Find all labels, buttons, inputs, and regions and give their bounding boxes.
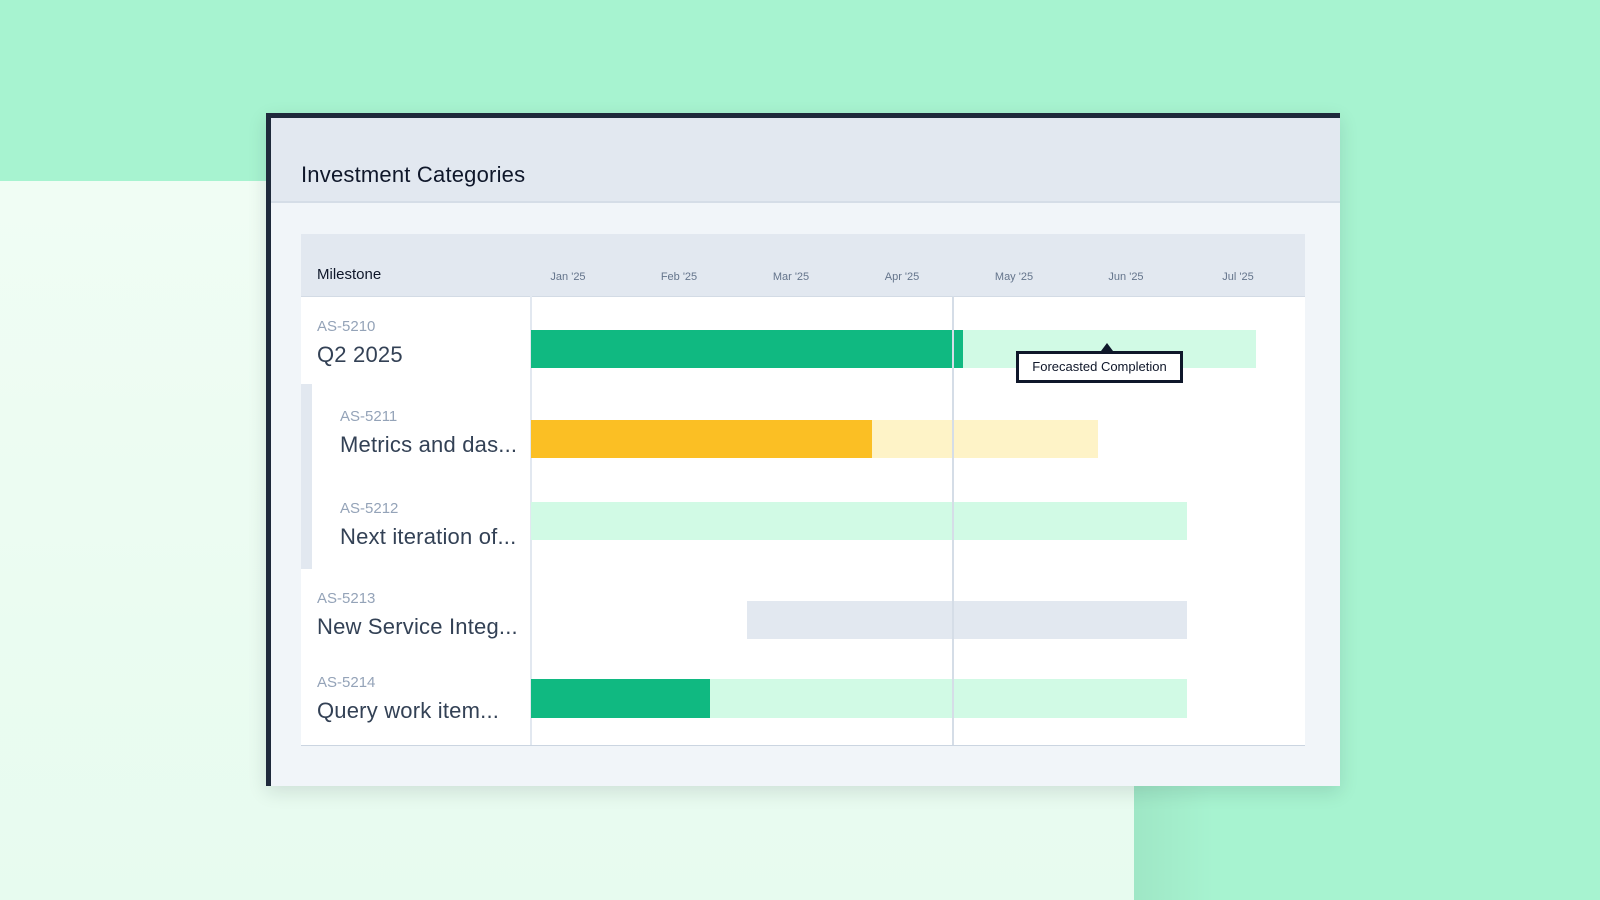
month-label-apr: Apr '25 [884, 271, 920, 283]
roadmap-window: Investment Categories Milestone Jan '25 … [266, 113, 1340, 786]
window-header: Investment Categories [271, 118, 1340, 203]
timeline-card: Milestone Jan '25 Feb '25 Mar '25 Apr '2… [301, 234, 1305, 746]
progress-bar-as-5211[interactable] [531, 420, 872, 458]
progress-bar-as-5210[interactable] [531, 330, 963, 368]
milestone-id: AS-5212 [340, 500, 399, 517]
milestone-id: AS-5211 [340, 408, 398, 425]
tooltip-arrow [1101, 343, 1113, 351]
window-title: Investment Categories [301, 162, 526, 187]
month-label-mar: Mar '25 [772, 271, 810, 283]
month-label-jul: Jul '25 [1222, 271, 1254, 283]
forecast-bar-as-5212[interactable] [531, 502, 1187, 540]
child-group-indicator [301, 384, 312, 569]
milestone-title[interactable]: Q2 2025 [317, 342, 403, 368]
milestone-id: AS-5210 [317, 318, 376, 335]
milestone-id: AS-5214 [317, 674, 376, 691]
milestone-id: AS-5213 [317, 590, 376, 607]
timeline-header: Milestone Jan '25 Feb '25 Mar '25 Apr '2… [301, 234, 1305, 297]
month-label-feb: Feb '25 [660, 271, 698, 283]
planned-bar-as-5213[interactable] [747, 601, 1187, 639]
milestone-column-label: Milestone [317, 266, 382, 283]
milestone-title[interactable]: Query work item... [317, 698, 499, 724]
forecast-bar-as-5214[interactable] [710, 679, 1187, 718]
milestone-title[interactable]: New Service Integ... [317, 614, 518, 640]
background-shadow [1134, 781, 1214, 900]
month-label-jan: Jan '25 [550, 271, 586, 283]
forecast-tooltip: Forecasted Completion [1016, 351, 1183, 383]
progress-bar-as-5214[interactable] [531, 679, 710, 718]
month-label-jun: Jun '25 [1108, 271, 1144, 283]
month-label-may: May '25 [994, 271, 1034, 283]
today-marker-line [952, 296, 954, 745]
forecast-bar-as-5211[interactable] [872, 420, 1098, 458]
milestone-title[interactable]: Metrics and das... [340, 432, 517, 458]
milestone-title[interactable]: Next iteration of... [340, 524, 516, 550]
